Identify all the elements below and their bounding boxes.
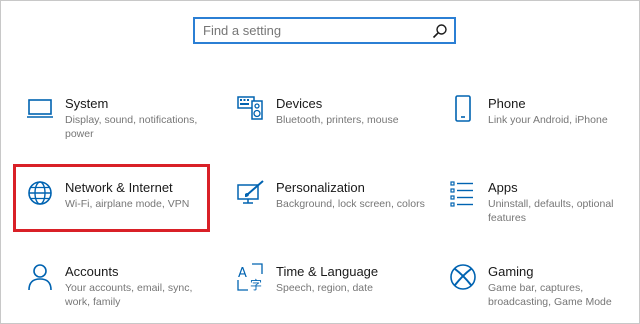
tile-gaming[interactable]: Gaming Game bar, captures, broadcasting,… xyxy=(449,263,640,324)
tile-description: Link your Android, iPhone xyxy=(488,114,608,126)
tile-title: Phone xyxy=(488,96,526,111)
tile-description: Display, sound, notifications, xyxy=(65,114,198,126)
search-input[interactable]: Find a setting xyxy=(203,23,432,38)
time-language-icon: A 字 xyxy=(237,263,263,291)
highlight-box xyxy=(13,164,210,232)
apps-icon xyxy=(450,181,473,207)
tile-description: Game bar, captures, xyxy=(488,282,584,294)
accounts-icon xyxy=(28,264,52,291)
tile-title: Apps xyxy=(488,180,518,195)
tile-title: Gaming xyxy=(488,264,534,279)
tile-time-language[interactable]: A 字 Time & Language Speech, region, date xyxy=(237,263,437,324)
tile-title: Time & Language xyxy=(276,264,379,279)
tile-description: Background, lock screen, colors xyxy=(276,198,425,210)
tile-accounts[interactable]: Accounts Your accounts, email, sync, wor… xyxy=(26,263,226,324)
tile-description: power xyxy=(65,128,94,140)
settings-window: Find a setting System Display, sound, no… xyxy=(0,0,640,324)
tile-phone[interactable]: Phone Link your Android, iPhone xyxy=(449,95,640,159)
tile-title: Personalization xyxy=(276,180,365,195)
tile-description: broadcasting, Game Mode xyxy=(488,296,612,308)
phone-icon xyxy=(455,95,471,122)
tile-devices[interactable]: Devices Bluetooth, printers, mouse xyxy=(237,95,437,159)
xbox-icon xyxy=(450,264,476,290)
tile-description: features xyxy=(488,212,526,224)
tile-title: System xyxy=(65,96,109,111)
tile-title: Accounts xyxy=(65,264,119,279)
search-box[interactable]: Find a setting xyxy=(193,17,456,44)
monitor-icon xyxy=(27,99,53,118)
tile-personalization[interactable]: Personalization Background, lock screen,… xyxy=(237,179,437,243)
tile-description: Uninstall, defaults, optional xyxy=(488,198,614,210)
tile-description: work, family xyxy=(65,296,121,308)
svg-text:A: A xyxy=(238,266,247,281)
tile-apps[interactable]: Apps Uninstall, defaults, optional featu… xyxy=(449,179,640,243)
tile-system[interactable]: System Display, sound, notifications, po… xyxy=(26,95,226,159)
personalization-icon xyxy=(237,180,264,204)
tile-description: Speech, region, date xyxy=(276,282,373,294)
devices-icon xyxy=(237,96,263,120)
tile-description: Your accounts, email, sync, xyxy=(65,282,193,294)
search-icon[interactable] xyxy=(432,23,448,39)
svg-text:字: 字 xyxy=(250,277,262,291)
tile-description: Bluetooth, printers, mouse xyxy=(276,114,399,126)
tile-title: Devices xyxy=(276,96,323,111)
